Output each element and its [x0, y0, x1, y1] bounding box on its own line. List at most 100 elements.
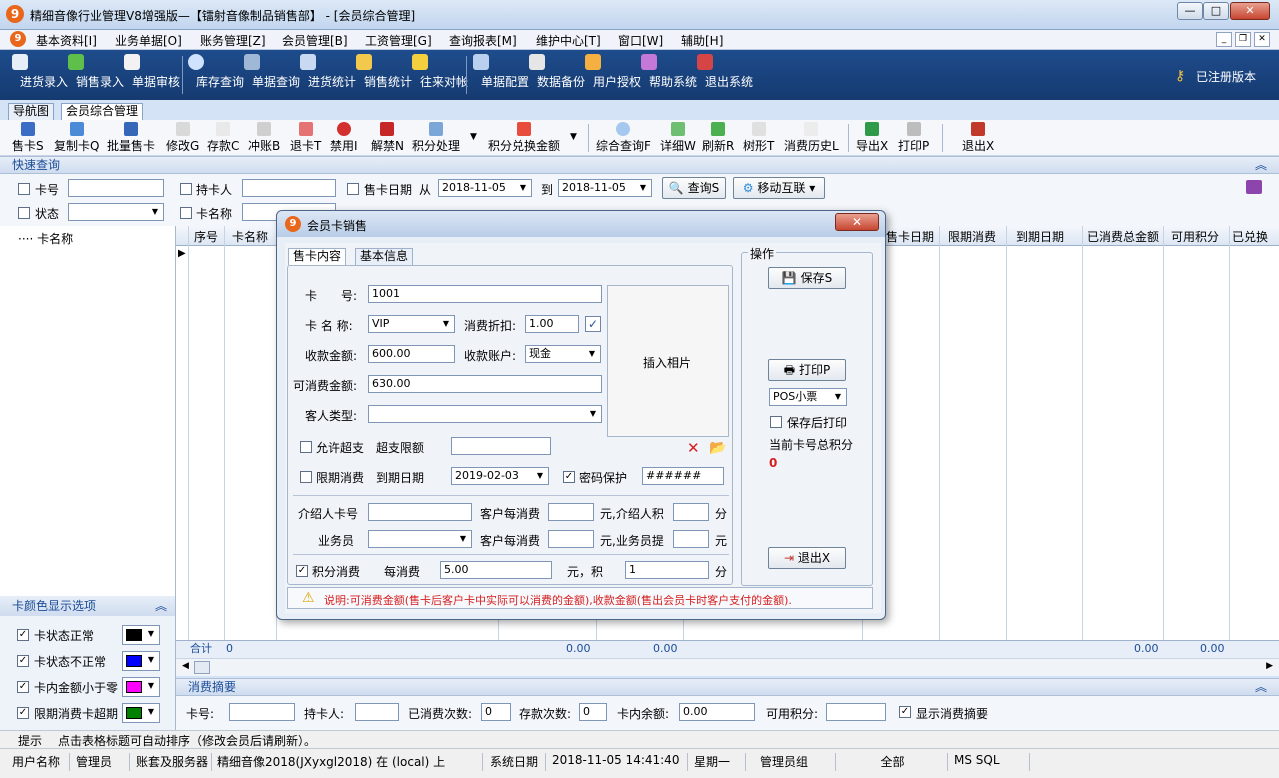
tb2-disable[interactable]: 禁用I	[330, 122, 358, 154]
tb-audit[interactable]: 单据审核	[124, 54, 180, 89]
print-type-select[interactable]: POS小票 ▼	[769, 388, 847, 406]
color-picker[interactable]: ▼	[122, 703, 160, 723]
tb2-modify[interactable]: 修改G	[166, 122, 199, 154]
password-input[interactable]: ######	[642, 467, 724, 485]
menu-reports[interactable]: 查询报表[M]	[449, 32, 517, 49]
tb-doc-query[interactable]: 单据查询	[244, 54, 300, 89]
dialog-close-button[interactable]: ✕	[835, 213, 879, 231]
exit-button[interactable]: ⇥ 退出X	[768, 547, 846, 569]
scroll-thumb[interactable]	[194, 661, 210, 674]
delete-photo-icon[interactable]: ✕	[687, 439, 700, 457]
tb2-batch-sell[interactable]: 批量售卡	[107, 122, 155, 154]
col-header[interactable]: 卡名称	[232, 228, 268, 245]
col-header[interactable]: 序号	[194, 228, 218, 245]
col-header[interactable]: 已兑换	[1232, 228, 1268, 245]
photo-box[interactable]: 插入相片	[607, 285, 729, 437]
book-icon[interactable]	[1246, 180, 1262, 194]
staff-select[interactable]: ▼	[368, 530, 472, 548]
tb2-copy-card[interactable]: 复制卡Q	[54, 122, 99, 154]
status-checkbox[interactable]	[18, 207, 30, 219]
overdraft-checkbox[interactable]	[300, 441, 312, 453]
col-header[interactable]: 售卡日期	[886, 228, 934, 245]
card-name-select[interactable]: VIP ▼	[368, 315, 455, 333]
tb2-reverse[interactable]: 冲账B	[248, 122, 280, 154]
close-button[interactable]: ✕	[1230, 2, 1270, 20]
referrer-input[interactable]	[368, 503, 472, 521]
card-no-input[interactable]	[68, 179, 164, 197]
mdi-close-button[interactable]: ✕	[1254, 32, 1270, 47]
menu-window[interactable]: 窗口[W]	[618, 32, 663, 49]
points-consume-checkbox[interactable]: ✓	[296, 565, 308, 577]
discount-edit-icon[interactable]: ✓	[585, 316, 601, 332]
print-after-save-checkbox[interactable]	[770, 416, 782, 428]
menu-maintenance[interactable]: 维护中心[T]	[536, 32, 601, 49]
tb2-refresh[interactable]: 刷新R	[702, 122, 734, 154]
received-input[interactable]: 600.00	[368, 345, 455, 363]
tb-user-auth[interactable]: 用户授权	[585, 54, 641, 89]
col-header[interactable]: 已消费总金额	[1087, 228, 1159, 245]
tb2-return-card[interactable]: 退卡T	[290, 122, 321, 154]
col-header[interactable]: 可用积分	[1171, 228, 1219, 245]
tab-card-content[interactable]: 售卡内容	[288, 248, 347, 265]
tb2-export[interactable]: 导出X	[856, 122, 888, 154]
menu-accounts[interactable]: 账务管理[Z]	[200, 32, 266, 49]
referrer-spend-input[interactable]	[548, 503, 594, 521]
tb2-detail[interactable]: 详细W	[660, 122, 696, 154]
expire-date-picker[interactable]: 2019-02-03 ▼	[451, 467, 549, 485]
customer-type-select[interactable]: ▼	[368, 405, 602, 423]
limited-checkbox[interactable]	[300, 471, 312, 483]
points-dropdown-arrow[interactable]: ▼	[470, 132, 477, 142]
referrer-points-input[interactable]	[673, 503, 709, 521]
color-option-checkbox[interactable]: ✓	[17, 655, 29, 667]
exchange-dropdown-arrow[interactable]: ▼	[570, 132, 577, 142]
menu-business[interactable]: 业务单据[O]	[115, 32, 182, 49]
collapse-icon[interactable]: ︽	[155, 596, 167, 616]
tb2-exit[interactable]: 退出X	[962, 122, 994, 154]
collapse-icon[interactable]: ︽	[1255, 157, 1267, 173]
mdi-restore-button[interactable]: ❐	[1235, 32, 1251, 47]
col-header[interactable]: 限期消费	[948, 228, 996, 245]
mdi-minimize-button[interactable]: _	[1216, 32, 1232, 47]
color-option-checkbox[interactable]: ✓	[17, 707, 29, 719]
tb2-points[interactable]: 积分处理	[412, 122, 460, 154]
mobile-button[interactable]: ⚙ 移动互联 ▾	[733, 177, 825, 199]
menu-help[interactable]: 辅助[H]	[681, 32, 723, 49]
tb-purchase-stats[interactable]: 进货统计	[300, 54, 356, 89]
scroll-left-icon[interactable]: ◀	[182, 661, 189, 671]
collapse-icon[interactable]: ︽	[1255, 679, 1267, 695]
discount-input[interactable]: 1.00	[525, 315, 579, 333]
password-checkbox[interactable]: ✓	[563, 471, 575, 483]
staff-commission-input[interactable]	[673, 530, 709, 548]
sale-date-checkbox[interactable]	[347, 183, 359, 195]
tb-sales-entry[interactable]: 销售录入	[68, 54, 124, 89]
holder-checkbox[interactable]	[180, 183, 192, 195]
holder-input[interactable]	[242, 179, 336, 197]
maximize-button[interactable]: □	[1203, 2, 1229, 20]
tb-doc-config[interactable]: 单据配置	[473, 54, 529, 89]
menu-salary[interactable]: 工资管理[G]	[365, 32, 432, 49]
tb2-points-exchange[interactable]: 积分兑换金额	[488, 122, 560, 154]
color-picker[interactable]: ▼	[122, 625, 160, 645]
col-header[interactable]: 到期日期	[1016, 228, 1064, 245]
points-per-input[interactable]: 1	[625, 561, 709, 579]
print-button[interactable]: 🖶 打印P	[768, 359, 846, 381]
tb2-combined-query[interactable]: 综合查询F	[596, 122, 651, 154]
open-folder-icon[interactable]: 📂	[709, 440, 726, 456]
tree-root[interactable]: ···· 卡名称	[18, 230, 73, 247]
overdraft-limit-input[interactable]	[451, 437, 551, 455]
tb-purchase-entry[interactable]: 进货录入	[12, 54, 68, 89]
query-button[interactable]: 🔍 查询S	[662, 177, 726, 199]
card-no-input[interactable]: 1001	[368, 285, 602, 303]
color-picker[interactable]: ▼	[122, 677, 160, 697]
tb-accounts[interactable]: 往来对帐	[412, 54, 468, 89]
tb2-sell-card[interactable]: 售卡S	[12, 122, 44, 154]
tb-help[interactable]: 帮助系统	[641, 54, 697, 89]
tb-exit[interactable]: 退出系统	[697, 54, 753, 89]
date-from-picker[interactable]: 2018-11-05 ▼	[438, 179, 532, 197]
menu-members[interactable]: 会员管理[B]	[282, 32, 348, 49]
tab-member-management[interactable]: 会员综合管理	[61, 103, 143, 120]
horizontal-scrollbar[interactable]: ◀ ▶	[176, 658, 1279, 676]
staff-spend-input[interactable]	[548, 530, 594, 548]
save-button[interactable]: 💾 保存S	[768, 267, 846, 289]
color-picker[interactable]: ▼	[122, 651, 160, 671]
